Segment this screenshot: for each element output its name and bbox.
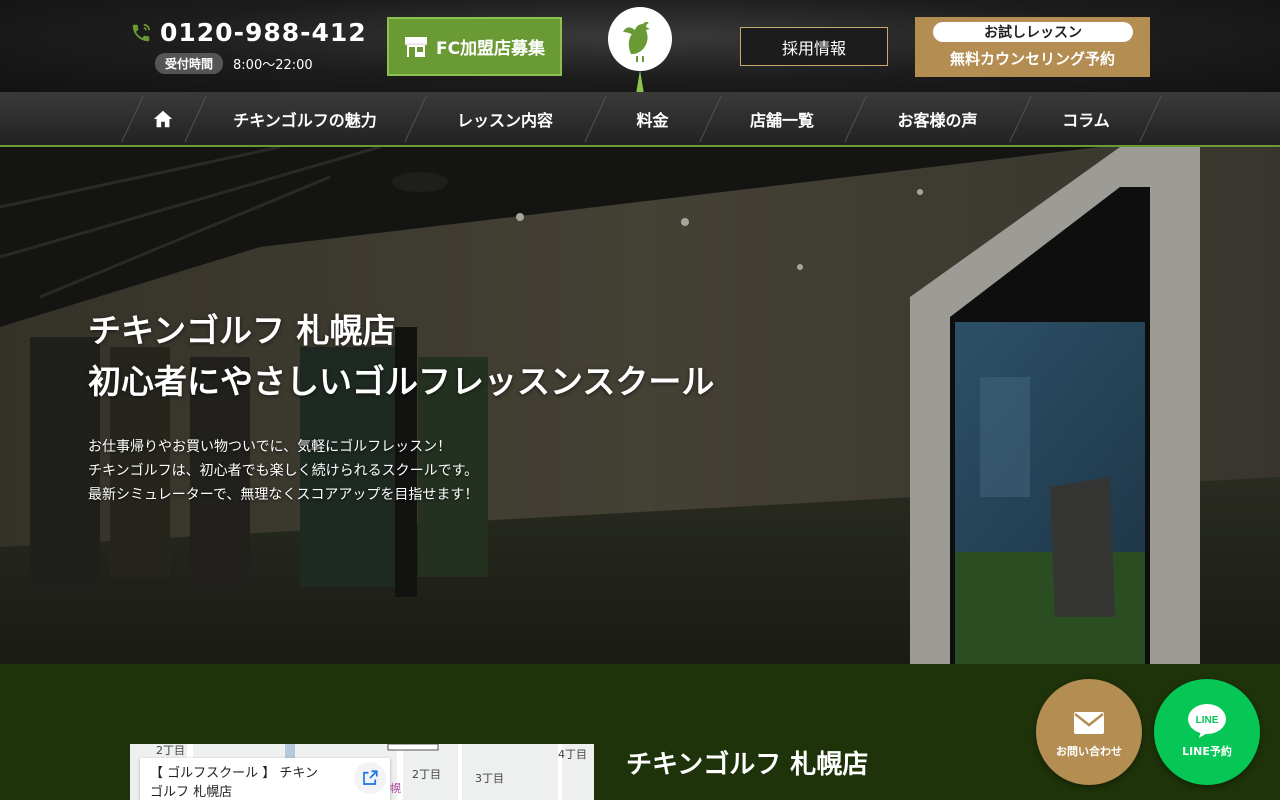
trial-lesson-button[interactable]: お試しレッスン 無料カウンセリング予約 [915, 17, 1150, 77]
business-hours: 受付時間 8:00～22:00 [155, 53, 313, 74]
main-nav: チキンゴルフの魅力 レッスン内容 料金 店舗一覧 お客様の声 コラム [0, 92, 1280, 147]
recruit-button-label: 採用情報 [781, 38, 846, 58]
phone-icon [132, 23, 151, 41]
nav-separator [584, 96, 607, 142]
fc-recruit-button[interactable]: FC加盟店募集 [387, 17, 562, 76]
nav-separator [699, 96, 722, 142]
nav-separator [1139, 96, 1162, 142]
hero-desc-line1: お仕事帰りやお買い物ついでに、気軽にゴルフレッスン！ [88, 439, 452, 455]
hero-section: チキンゴルフ 札幌店 初心者にやさしいゴルフレッスンスクール お仕事帰りやお買い… [0, 147, 1280, 664]
phone-number[interactable]: 0120-988-412 [160, 18, 367, 47]
contact-label: お問い合わせ [1056, 745, 1122, 758]
shop-icon [404, 36, 427, 57]
site-header: 0120-988-412 受付時間 8:00～22:00 FC加盟店募集 採用情… [0, 0, 1280, 94]
nav-item-column[interactable]: コラム [1030, 92, 1142, 145]
home-icon [153, 110, 172, 127]
nav-item-lessons[interactable]: レッスン内容 [425, 92, 585, 145]
nav-separator [844, 96, 867, 142]
map-card-line1: 【 ゴルフスクール 】 チキン [150, 766, 319, 781]
map-label: 幌 [390, 782, 401, 795]
line-label: LINE予約 [1182, 745, 1232, 758]
trial-sub-label: 無料カウンセリング予約 [949, 50, 1115, 68]
hero-desc-line2: チキンゴルフは、初心者でも楽しく続けられるスクールです。 [88, 463, 479, 479]
store-name-heading: チキンゴルフ 札幌店 [626, 750, 869, 780]
hours-value: 8:00～22:00 [233, 58, 313, 73]
map-label: 3丁目 [475, 772, 504, 785]
open-in-maps-button[interactable] [354, 762, 386, 794]
nav-home[interactable] [140, 92, 185, 145]
map-label: 2丁目 [156, 744, 185, 757]
external-link-icon [363, 770, 378, 785]
hours-badge: 受付時間 [155, 53, 224, 74]
map-place-card[interactable]: 【 ゴルフスクール 】 チキン ゴルフ 札幌店 [140, 758, 390, 800]
hero-desc-line3: 最新シミュレーターで、無理なくスコアアップを目指せます！ [88, 487, 479, 503]
nav-separator [404, 96, 427, 142]
map-card-line2: ゴルフ 札幌店 [150, 785, 233, 800]
hero-title: チキンゴルフ 札幌店 初心者にやさしいゴルフレッスンスクール [88, 305, 714, 407]
nav-item-stores[interactable]: 店舗一覧 [720, 92, 844, 145]
trial-pill: お試しレッスン [933, 22, 1133, 42]
nav-item-pricing[interactable]: 料金 [605, 92, 700, 145]
hero-title-line1: チキンゴルフ 札幌店 [88, 311, 396, 350]
hero-description: お仕事帰りやお買い物ついでに、気軽にゴルフレッスン！ チキンゴルフは、初心者でも… [88, 435, 478, 507]
line-logo-text: LINE [1196, 715, 1219, 726]
fc-button-label: FC加盟店募集 [435, 39, 546, 59]
nav-separator [1009, 96, 1032, 142]
map-label: 4丁目 [558, 748, 587, 761]
nav-item-reviews[interactable]: お客様の声 [865, 92, 1010, 145]
phone-contact[interactable]: 0120-988-412 [130, 18, 367, 47]
google-map[interactable]: 2丁目 2丁目 3丁目 4丁目 幌 【 ゴルフスクール 】 チキン ゴルフ 札幌… [130, 744, 594, 800]
hero-title-line2: 初心者にやさしいゴルフレッスンスクール [88, 362, 715, 401]
nav-item-appeal[interactable]: チキンゴルフの魅力 [205, 92, 405, 145]
recruit-button[interactable]: 採用情報 [740, 27, 888, 66]
map-label: 2丁目 [412, 768, 441, 781]
nav-separator [184, 96, 207, 142]
line-icon: LINE [1188, 704, 1226, 738]
line-reserve-button[interactable]: LINE LINE予約 [1154, 679, 1260, 785]
chicken-golf-logo[interactable] [607, 6, 673, 94]
mail-icon [1074, 712, 1104, 734]
contact-button[interactable]: お問い合わせ [1036, 679, 1142, 785]
